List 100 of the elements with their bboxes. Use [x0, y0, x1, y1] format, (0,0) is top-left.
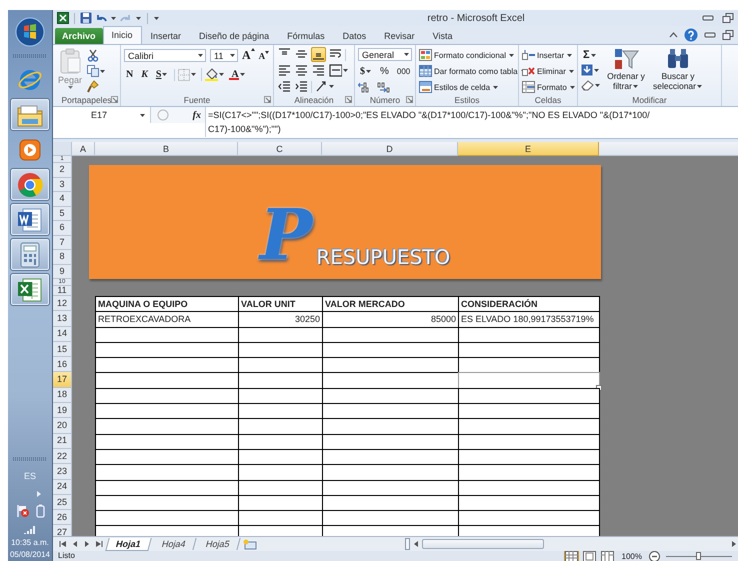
row-header[interactable]: 26 [53, 510, 72, 526]
ribbon-tab[interactable]: Datos [334, 28, 376, 44]
row-header[interactable]: 4 [53, 192, 72, 206]
row-header[interactable]: 17 [53, 372, 72, 388]
launcher-icon[interactable] [111, 96, 118, 103]
grow-font-button[interactable]: A [242, 48, 255, 63]
horizontal-scrollbar[interactable] [404, 538, 738, 550]
column-header[interactable]: B [95, 142, 238, 156]
find-select-button[interactable]: Buscar y seleccionar [651, 48, 705, 94]
row-header[interactable]: 20 [53, 418, 72, 434]
align-left-button[interactable] [277, 63, 292, 78]
dropdown-button[interactable]: Eliminar [522, 64, 574, 78]
copy-icon[interactable] [87, 65, 100, 77]
taskbar-button[interactable] [10, 98, 50, 131]
row-header[interactable]: 15 [53, 342, 72, 358]
small-spreadsheet-icon[interactable] [57, 12, 69, 24]
merge-cells-button[interactable] [328, 63, 350, 78]
table-cell[interactable]: VALOR MERCADO [322, 296, 459, 312]
page-layout-view-button[interactable] [582, 551, 597, 561]
shrink-font-button[interactable]: A [258, 50, 270, 60]
thousands-button[interactable]: 000 [394, 67, 412, 76]
bold-button[interactable]: N [124, 69, 136, 80]
row-header[interactable]: 14 [53, 326, 72, 342]
minimize-icon[interactable] [702, 13, 714, 23]
flag-icon[interactable] [16, 504, 30, 518]
underline-button[interactable]: S [154, 69, 170, 80]
show-hidden-icon[interactable] [36, 490, 42, 498]
sheet-tab[interactable]: Hoja5 [196, 538, 240, 550]
row-header[interactable]: 19 [53, 403, 72, 418]
zoom-out-icon[interactable] [649, 551, 660, 561]
file-tab[interactable]: Archivo [55, 28, 103, 44]
currency-button[interactable]: $ [358, 66, 374, 77]
row-header[interactable]: 18 [53, 388, 72, 404]
table-cell[interactable]: CONSIDERACIÓN [458, 296, 600, 312]
row-header[interactable]: 5 [53, 206, 72, 221]
taskbar-button[interactable] [10, 168, 50, 201]
font-size-field[interactable]: 11 [210, 49, 238, 62]
autosum-button[interactable]: Σ [581, 49, 601, 61]
row-header[interactable]: 25 [53, 494, 72, 510]
decrease-indent-button[interactable] [277, 79, 292, 94]
align-right-button[interactable] [311, 63, 326, 78]
launcher-icon[interactable] [345, 96, 352, 103]
signal-icon[interactable] [23, 524, 37, 534]
row-header[interactable]: 3 [53, 178, 72, 192]
zoom-level[interactable]: 100% [622, 552, 642, 560]
normal-view-button[interactable] [564, 551, 579, 561]
page-break-view-button[interactable] [600, 551, 615, 561]
taskbar-button[interactable] [10, 273, 50, 306]
align-center-button[interactable] [294, 63, 309, 78]
dropdown-button[interactable]: Estilos de celda [419, 80, 515, 94]
ribbon-tab[interactable]: Inicio [102, 26, 142, 44]
borders-icon[interactable] [178, 68, 190, 80]
row-header[interactable]: 7 [53, 236, 72, 250]
previous-sheet-icon[interactable] [71, 540, 79, 548]
row-header[interactable]: 6 [53, 221, 72, 236]
last-sheet-icon[interactable] [95, 540, 103, 548]
row-header[interactable]: 2 [53, 163, 72, 178]
increase-indent-button[interactable] [294, 79, 309, 94]
next-sheet-icon[interactable] [83, 540, 91, 548]
launcher-icon[interactable] [264, 96, 271, 103]
undo-icon[interactable] [95, 12, 107, 24]
ribbon-tab[interactable]: Insertar [142, 28, 190, 44]
ribbon-tab[interactable]: Diseño de página [190, 28, 278, 44]
insert-function-button[interactable]: fx [192, 110, 201, 120]
minimize-icon[interactable] [704, 30, 716, 40]
column-header[interactable]: D [322, 142, 458, 156]
dropdown-button[interactable]: Insertar [522, 48, 574, 62]
dropdown-button[interactable]: Formato condicional [419, 48, 515, 62]
new-sheet-icon[interactable] [242, 538, 257, 550]
table-cell[interactable]: MAQUINA O EQUIPO [95, 296, 239, 312]
eraser-icon[interactable] [581, 79, 594, 91]
dropdown-button[interactable]: Formato [522, 80, 574, 94]
help-icon[interactable] [684, 28, 698, 42]
row-header[interactable]: 23 [53, 464, 72, 480]
sort-filter-button[interactable]: Ordenar y filtrar [604, 48, 648, 94]
clock-time[interactable]: 10:35 a.m. [11, 537, 49, 549]
scissors-icon[interactable] [87, 49, 100, 62]
row-header[interactable]: 27 [53, 525, 72, 536]
ribbon-tab[interactable]: Fórmulas [278, 28, 334, 44]
save-icon[interactable] [80, 12, 92, 24]
split-handle-icon[interactable] [404, 538, 410, 550]
row-header[interactable]: 12 [53, 296, 72, 312]
brush-icon[interactable] [87, 80, 100, 93]
row-header[interactable]: 11 [53, 286, 72, 296]
ribbon-tab[interactable]: Revisar [375, 28, 424, 44]
table-cell[interactable]: RETROEXCAVADORA [95, 311, 239, 328]
sheet-tab[interactable]: Hoja4 [152, 538, 196, 550]
table-cell[interactable]: 85000 [322, 311, 459, 328]
row-header[interactable]: 8 [53, 250, 72, 264]
decrease-decimal-icon[interactable] [376, 82, 390, 93]
battery-icon[interactable] [36, 504, 44, 518]
table-cell[interactable]: 30250 [238, 311, 323, 328]
taskbar-button[interactable] [10, 238, 50, 271]
fill-down-icon[interactable] [581, 64, 593, 76]
row-header[interactable]: 13 [53, 311, 72, 327]
scroll-right-icon[interactable] [730, 538, 738, 550]
scrollbar-thumb[interactable] [422, 539, 544, 549]
sheet-tab[interactable]: Hoja1 [105, 538, 152, 550]
column-header[interactable]: E [458, 142, 599, 156]
row-header[interactable]: 24 [53, 480, 72, 495]
